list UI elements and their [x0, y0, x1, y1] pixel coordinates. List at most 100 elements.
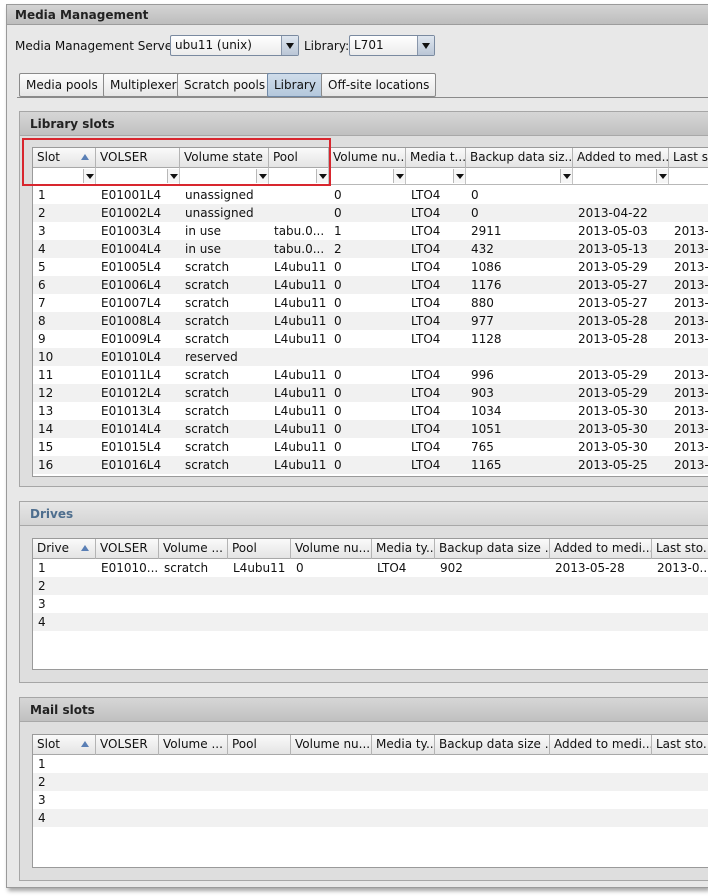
chevron-down-icon[interactable]	[417, 36, 434, 55]
table-cell: in use	[185, 242, 221, 256]
column-header[interactable]: Added to medi...	[550, 735, 652, 755]
table-row[interactable]: 11 E01011L4 scratch L4ubu11 0 LTO4 996 2013-05-…	[33, 366, 708, 384]
chevron-down-icon[interactable]	[281, 36, 298, 55]
table-row[interactable]: 7 E01007L4 scratch L4ubu11 0 LTO4 880 2013-05-2…	[33, 294, 708, 312]
window-title: Media Management	[7, 5, 708, 25]
column-header[interactable]: Pool	[228, 539, 291, 559]
column-header[interactable]: VOLSER	[96, 148, 180, 168]
column-filter[interactable]	[573, 168, 669, 184]
sort-ascending-icon	[81, 741, 89, 747]
tab-multiplexer[interactable]: Multiplexer	[103, 73, 184, 97]
table-row[interactable]: 3	[33, 595, 708, 613]
tab-media-pools[interactable]: Media pools	[19, 73, 105, 97]
column-header[interactable]: Pool	[228, 735, 291, 755]
table-cell: 2013-05-03	[578, 224, 648, 238]
table-row[interactable]: 16 E01016L4 scratch L4ubu11 0 LTO4 1165 2013-05…	[33, 456, 708, 474]
tab-off-site-locations[interactable]: Off-site locations	[321, 73, 437, 97]
server-select[interactable]: ubu11 (unix)	[170, 35, 299, 56]
table-cell: 2013-05-29	[578, 260, 648, 274]
column-header[interactable]: Slot	[33, 735, 96, 755]
table-row[interactable]: 10 E01010L4 reserved	[33, 348, 708, 366]
table-cell: scratch	[185, 260, 230, 274]
table-row[interactable]: 15 E01015L4 scratch L4ubu11 0 LTO4 765 2013-05-…	[33, 438, 708, 456]
column-header[interactable]: Added to med...	[573, 148, 669, 168]
column-header[interactable]: Pool	[269, 148, 329, 168]
column-filter[interactable]	[96, 168, 180, 184]
table-row[interactable]: 2	[33, 577, 708, 595]
table-row[interactable]: 8 E01008L4 scratch L4ubu11 0 LTO4 977 2013-05-2…	[33, 312, 708, 330]
tab-scratch-pools[interactable]: Scratch pools	[177, 73, 273, 97]
table-row[interactable]: 5 E01005L4 scratch L4ubu11 0 LTO4 1086 2013-05-…	[33, 258, 708, 276]
column-filter[interactable]	[269, 168, 329, 184]
column-header[interactable]: Backup data size ...	[435, 539, 550, 559]
column-filter[interactable]	[33, 168, 96, 184]
chevron-down-icon[interactable]	[453, 169, 465, 183]
column-filter[interactable]	[180, 168, 269, 184]
column-header-label: Pool	[232, 541, 257, 555]
chevron-down-icon[interactable]	[316, 169, 328, 183]
column-filter[interactable]	[669, 168, 708, 184]
table-row[interactable]: 3	[33, 791, 708, 809]
table-row[interactable]: 2 E01002L4 unassigned 0 LTO4 0 2013-04-22	[33, 204, 708, 222]
table-cell: 2013-	[674, 278, 708, 292]
column-header[interactable]: VOLSER	[96, 539, 159, 559]
table-cell	[228, 595, 291, 613]
column-header[interactable]: Volume nu...	[329, 148, 406, 168]
table-cell: E01016L4	[101, 458, 162, 472]
column-filter[interactable]	[466, 168, 573, 184]
table-cell: 2013-	[674, 296, 708, 310]
table-row[interactable]: 2	[33, 773, 708, 791]
chevron-down-icon[interactable]	[83, 169, 95, 183]
table-cell: L4ubu11	[274, 278, 327, 292]
column-header[interactable]: Volume ...	[159, 539, 228, 559]
chevron-down-icon[interactable]	[167, 169, 179, 183]
column-header[interactable]: VOLSER	[96, 735, 159, 755]
column-header[interactable]: Volume ...	[159, 735, 228, 755]
table-row[interactable]: 6 E01006L4 scratch L4ubu11 0 LTO4 1176 2013-05-…	[33, 276, 708, 294]
table-row[interactable]: 9 E01009L4 scratch L4ubu11 0 LTO4 1128 2013-05-…	[33, 330, 708, 348]
table-cell: E01010...	[101, 561, 159, 575]
column-header[interactable]: Drive	[33, 539, 96, 559]
table-row[interactable]: 1	[33, 755, 708, 773]
table-row[interactable]: 13 E01013L4 scratch L4ubu11 0 LTO4 1034 2013-05…	[33, 402, 708, 420]
table-row[interactable]: 4	[33, 613, 708, 631]
chevron-down-icon[interactable]	[656, 169, 668, 183]
column-filter[interactable]	[406, 168, 466, 184]
column-header[interactable]: Media t...	[406, 148, 466, 168]
column-header[interactable]: Media ty...	[372, 539, 435, 559]
table-cell: 2013-	[674, 422, 708, 436]
sort-ascending-icon	[81, 545, 89, 551]
column-header[interactable]: Last sto...	[652, 539, 708, 559]
table-row[interactable]: 3 E01003L4 in use tabu.0... 1 LTO4 2911 2013-05…	[33, 222, 708, 240]
tab-library[interactable]: Library	[267, 73, 323, 97]
table-cell: 0	[471, 206, 479, 220]
table-row[interactable]: 4 E01004L4 in use tabu.0... 2 LTO4 432 2013-05-…	[33, 240, 708, 258]
column-header-label: VOLSER	[100, 737, 148, 751]
table-cell: LTO4	[377, 561, 407, 575]
column-header[interactable]: Last s	[669, 148, 708, 168]
table-row[interactable]: 1 E01001L4 unassigned 0 LTO4 0	[33, 186, 708, 204]
table-row[interactable]: 12 E01012L4 scratch L4ubu11 0 LTO4 903 2013-05-…	[33, 384, 708, 402]
column-header[interactable]: Last sto...	[652, 735, 708, 755]
column-header[interactable]: Added to medi...	[550, 539, 652, 559]
table-row[interactable]: 1 E01010... scratch L4ubu11 0 LTO4 902 2013-05-…	[33, 559, 708, 577]
table-cell: 996	[471, 368, 494, 382]
column-header[interactable]: Backup data size ...	[435, 735, 550, 755]
table-row[interactable]: 14 E01014L4 scratch L4ubu11 0 LTO4 1051 2013-05…	[33, 420, 708, 438]
chevron-down-icon[interactable]	[256, 169, 268, 183]
table-cell	[96, 595, 159, 613]
table-cell: 0	[334, 278, 342, 292]
column-header[interactable]: Slot	[33, 148, 96, 168]
chevron-down-icon[interactable]	[560, 169, 572, 183]
table-row[interactable]: 4	[33, 809, 708, 827]
column-header[interactable]: Volume state	[180, 148, 269, 168]
column-header[interactable]: Media ty...	[372, 735, 435, 755]
column-header[interactable]: Volume nu...	[291, 735, 372, 755]
drives-table: Drive VOLSER Volume ... Pool Volume nu... Med…	[32, 538, 708, 670]
column-header[interactable]: Backup data siz...	[466, 148, 573, 168]
table-cell: 2013-05-28	[578, 314, 648, 328]
column-header[interactable]: Volume nu...	[291, 539, 372, 559]
column-filter[interactable]	[329, 168, 406, 184]
library-select[interactable]: L701	[349, 35, 435, 56]
chevron-down-icon[interactable]	[393, 169, 405, 183]
